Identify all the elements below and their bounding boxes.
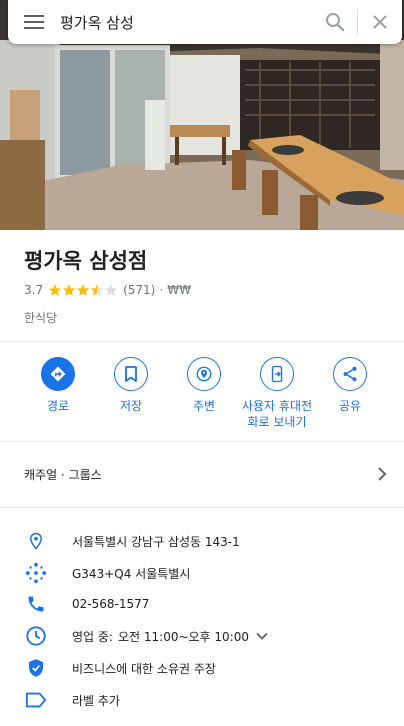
send-to-phone-label: 사용자 휴대전 화로 보내기 xyxy=(242,398,312,430)
claim-business-row[interactable]: 비즈니스에 대한 소유권 주장 xyxy=(24,654,394,682)
send-to-phone-circle xyxy=(260,357,294,391)
bookmark-icon xyxy=(125,366,137,382)
close-icon xyxy=(373,15,387,29)
label-icon xyxy=(24,688,48,712)
separator-dot: · xyxy=(159,283,164,297)
share-label: 공유 xyxy=(338,399,362,413)
nearby-circle xyxy=(187,357,221,391)
place-category[interactable]: 한식당 xyxy=(24,309,57,326)
rating-row[interactable]: 3.7 (571) · ₩₩ xyxy=(24,283,191,297)
nearby-label: 주변 xyxy=(192,399,216,413)
claim-business-text: 비즈니스에 대한 소유권 주장 xyxy=(72,661,216,676)
plus-code-text: G343+Q4 서울특별시 xyxy=(72,566,191,581)
directions-label: 경로 xyxy=(46,399,70,413)
verified-shield-icon xyxy=(24,656,48,680)
share-circle xyxy=(333,357,367,391)
share-button[interactable]: 공유 xyxy=(314,357,386,414)
save-button[interactable]: 저장 xyxy=(95,357,167,414)
hours-text: 오전 11:00~오후 10:00 xyxy=(117,629,249,644)
send-to-phone-label-line2: 화로 보내기 xyxy=(247,415,307,429)
send-to-phone-icon xyxy=(271,365,283,383)
review-count[interactable]: (571) xyxy=(123,283,155,297)
place-name: 평가옥 삼성점 xyxy=(24,249,148,273)
nearby-button[interactable]: 주변 xyxy=(168,357,240,414)
search-bar[interactable]: 평가옥 삼성 xyxy=(8,0,402,44)
directions-circle xyxy=(41,357,75,391)
action-bar: 경로 저장 주변 사용자 휴대전 화로 보내기 공유 xyxy=(0,357,404,437)
star-empty-icon xyxy=(104,284,118,296)
plus-code-row[interactable]: G343+Q4 서울특별시 xyxy=(24,559,394,587)
search-icon xyxy=(326,13,345,32)
directions-icon xyxy=(50,366,66,382)
hours-info: 영업 중: 오전 11:00~오후 10:00 xyxy=(72,628,269,645)
plus-code-icon xyxy=(24,561,48,585)
star-full-icon xyxy=(76,284,90,296)
star-half-icon xyxy=(90,284,104,296)
hours-status: 영업 중: xyxy=(72,629,113,644)
chevron-down-icon[interactable] xyxy=(255,629,269,643)
save-label: 저장 xyxy=(119,399,143,413)
share-icon xyxy=(343,366,357,382)
divider xyxy=(0,341,404,342)
phone-icon xyxy=(24,592,48,616)
star-full-icon xyxy=(62,284,76,296)
add-label-text: 라벨 추가 xyxy=(72,693,120,708)
address-text: 서울특별시 강남구 삼성동 143-1 xyxy=(72,534,240,549)
rating-stars xyxy=(48,283,118,297)
nearby-icon xyxy=(196,366,212,382)
add-label-row[interactable]: 라벨 추가 xyxy=(24,686,394,714)
phone-text: 02-568-1577 xyxy=(72,597,150,611)
divider xyxy=(0,507,404,508)
atmosphere-tags[interactable]: 캐주얼 · 그룹스 xyxy=(24,466,102,483)
price-level: ₩₩ xyxy=(167,283,191,297)
location-pin-icon xyxy=(24,529,48,553)
phone-row[interactable]: 02-568-1577 xyxy=(24,590,394,618)
hamburger-menu-icon xyxy=(24,15,44,29)
chevron-right-icon[interactable] xyxy=(374,464,390,484)
search-input[interactable]: 평가옥 삼성 xyxy=(60,12,313,33)
directions-button[interactable]: 경로 xyxy=(22,357,94,414)
divider xyxy=(0,441,404,442)
address-row[interactable]: 서울특별시 강남구 삼성동 143-1 xyxy=(24,527,394,555)
search-button[interactable] xyxy=(313,0,357,44)
hours-row[interactable]: 영업 중: 오전 11:00~오후 10:00 xyxy=(24,622,394,650)
menu-button[interactable] xyxy=(8,0,60,44)
clock-icon xyxy=(24,624,48,648)
clear-search-button[interactable] xyxy=(358,0,402,44)
rating-value: 3.7 xyxy=(24,283,44,297)
send-to-phone-label-line1: 사용자 휴대전 xyxy=(241,399,313,413)
save-circle xyxy=(114,357,148,391)
send-to-phone-button[interactable]: 사용자 휴대전 화로 보내기 xyxy=(241,357,313,430)
star-full-icon xyxy=(48,284,62,296)
